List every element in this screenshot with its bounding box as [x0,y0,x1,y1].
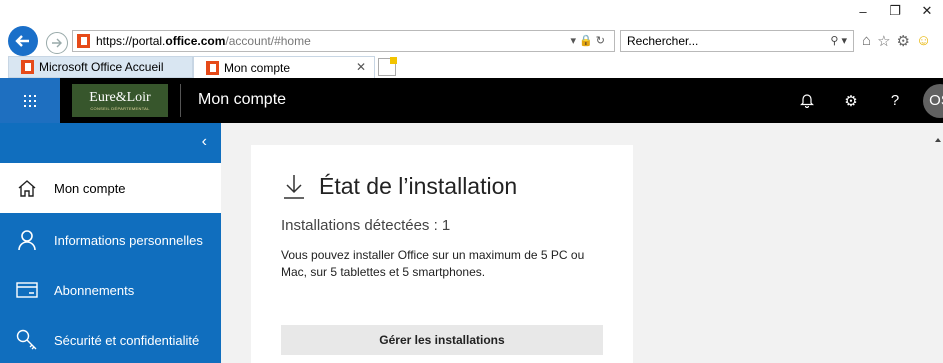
window-titlebar: – ❐ ✕ [0,0,943,22]
brand-logo[interactable]: Eure&Loir CONSEIL DÉPARTEMENTAL [72,84,168,117]
download-icon [284,175,304,199]
installations-detected: Installations détectées : 1 [281,217,451,234]
scroll-up-icon[interactable] [935,138,941,142]
chevron-left-icon: ‹ [201,133,207,150]
main-content: État de l’installation Installations dét… [221,123,943,363]
help-icon[interactable]: ? [873,78,917,123]
minimize-button[interactable]: – [847,0,879,22]
search-placeholder: Rechercher... [627,34,699,48]
home-icon [0,179,54,197]
home-toolbar-icon[interactable]: ⌂ [862,32,871,50]
manage-installations-button[interactable]: Gérer les installations [281,325,603,355]
dropdown-icon[interactable]: ▾ [571,35,580,47]
header-actions: ⚙ ? OS [785,78,943,123]
sidebar-nav: ‹ Mon compte Informations personnelles A… [0,123,221,363]
sidebar-item-security[interactable]: Sécurité et confidentialité [0,315,221,363]
forward-arrow-icon [52,38,62,48]
back-arrow-icon [15,35,29,47]
window-controls: – ❐ ✕ [847,0,943,22]
tab-office-home[interactable]: Microsoft Office Accueil [8,56,193,78]
forward-button[interactable] [46,32,68,54]
key-icon [0,329,54,351]
person-icon [0,229,54,251]
app-header: Eure&Loir CONSEIL DÉPARTEMENTAL Mon comp… [0,78,943,123]
app-launcher-button[interactable] [0,78,60,123]
card-title: État de l’installation [319,173,518,199]
sidebar-item-my-account[interactable]: Mon compte [0,163,221,213]
close-tab-icon[interactable]: ✕ [356,60,366,74]
card-icon [0,282,54,298]
settings-gear-icon[interactable]: ⚙ [897,32,910,50]
url-host: office.com [165,34,226,48]
back-button[interactable] [8,26,38,56]
sidebar-item-subscriptions[interactable]: Abonnements [0,265,221,315]
header-divider [180,84,181,117]
card-header: État de l’installation [283,173,517,200]
settings-gear-icon[interactable]: ⚙ [829,78,873,123]
avatar[interactable]: OS [923,83,943,118]
tab-label: Microsoft Office Accueil [39,60,164,74]
tab-my-account[interactable]: Mon compte ✕ [193,56,375,78]
search-box[interactable]: Rechercher... ⚲ ▾ [620,30,854,52]
address-icons: ▾🔒↻ [571,34,608,47]
notifications-bell-icon[interactable] [785,78,829,123]
brand-subtitle: CONSEIL DÉPARTEMENTAL [90,106,150,111]
close-window-button[interactable]: ✕ [911,0,943,22]
office-logo-icon [206,60,219,75]
sidebar-item-label: Abonnements [54,282,135,298]
tab-label: Mon compte [224,60,291,75]
favorites-star-icon[interactable]: ☆ [877,32,890,50]
browser-toolbar-icons: ⌂ ☆ ⚙ ☺ [862,32,931,50]
brand-name: Eure&Loir [89,90,151,105]
office-logo-icon [21,60,34,74]
sidebar-item-label: Mon compte [54,180,126,196]
new-tab-button[interactable] [378,57,397,76]
lock-icon[interactable]: 🔒 [579,35,596,47]
sidebar-item-label: Informations personnelles [54,232,203,248]
browser-tabs: Microsoft Office Accueil Mon compte ✕ [0,56,943,78]
address-bar[interactable]: https://portal. office.com/account/#home … [72,30,615,52]
install-description: Vous pouvez installer Office sur un maxi… [281,248,585,279]
refresh-icon[interactable]: ↻ [596,35,608,47]
browser-navbar: https://portal. office.com/account/#home … [0,24,943,56]
collapse-sidebar-button[interactable]: ‹ [0,123,221,163]
url-prefix: https://portal. [96,34,166,48]
sidebar-item-label: Sécurité et confidentialité [54,332,200,348]
feedback-smiley-icon[interactable]: ☺ [916,32,931,50]
search-icon[interactable]: ⚲ ▾ [830,34,847,47]
sidebar-item-personal-info[interactable]: Informations personnelles [0,215,221,265]
url-path: /account/#home [225,34,311,48]
app-title: Mon compte [198,91,287,108]
office-logo-icon [77,34,90,48]
waffle-icon [24,94,36,107]
restore-button[interactable]: ❐ [879,0,911,22]
install-status-card: État de l’installation Installations dét… [251,145,633,363]
